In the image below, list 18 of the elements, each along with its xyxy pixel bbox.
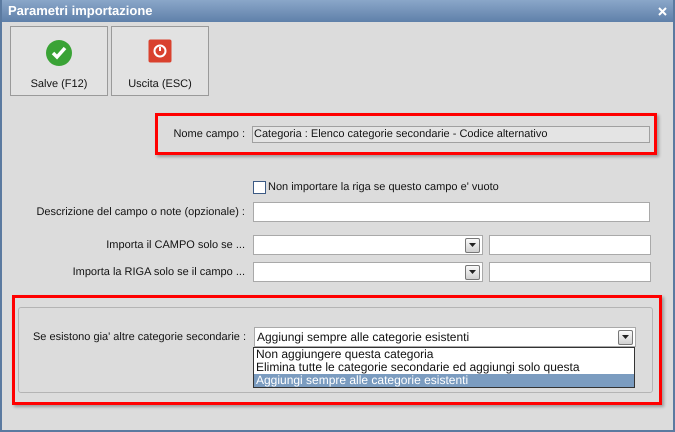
close-icon[interactable] bbox=[658, 6, 667, 16]
field-label: Nome campo : bbox=[172, 126, 245, 142]
checkbox-label: Non importare la riga se questo campo e' vuoto bbox=[268, 180, 499, 195]
input-field[interactable] bbox=[253, 202, 650, 222]
check-icon bbox=[45, 39, 73, 67]
field-label: Se esistono gia' altre categorie secondarie : bbox=[32, 330, 246, 345]
read-only-field: Categoria : Elenco categorie secondarie - Codice alternativo bbox=[252, 126, 650, 142]
checkbox[interactable] bbox=[253, 180, 266, 194]
power-icon bbox=[148, 39, 172, 63]
dropdown[interactable]: Aggiungi sempre alle categorie esistenti bbox=[254, 327, 636, 347]
field-label: Importa la RIGA solo se il campo ... bbox=[72, 264, 245, 280]
save-button[interactable]: Salve (F12) bbox=[10, 26, 108, 96]
window-title: Parametri importazione bbox=[8, 2, 152, 20]
input-field[interactable] bbox=[489, 235, 651, 255]
input-field[interactable] bbox=[489, 262, 651, 282]
field-label: Importa il CAMPO solo se ... bbox=[105, 238, 245, 253]
exit-button[interactable]: Uscita (ESC) bbox=[111, 26, 209, 96]
field-label: Descrizione del campo o note (opzionale) : bbox=[35, 204, 245, 220]
